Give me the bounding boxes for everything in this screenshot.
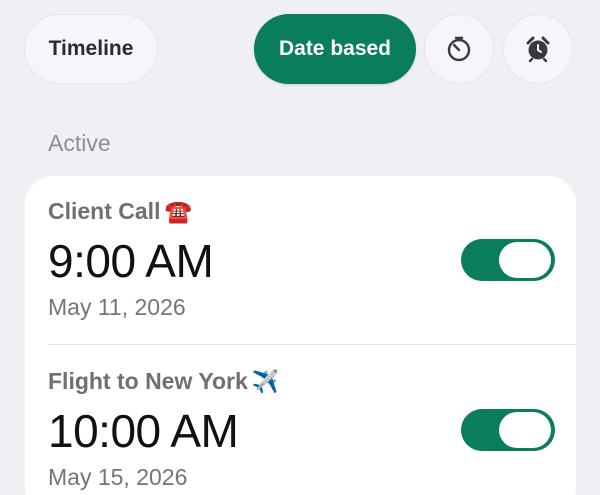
- alarm-title-text: Client Call: [48, 198, 161, 224]
- alarm-title: Flight to New York ✈️: [48, 368, 279, 395]
- tab-timeline-label: Timeline: [48, 37, 134, 60]
- telephone-emoji-icon: ☎️: [164, 199, 192, 224]
- section-label-active: Active: [48, 130, 111, 156]
- toggle-knob: [499, 412, 551, 448]
- divider: [48, 344, 576, 345]
- timer-icon: [447, 36, 471, 62]
- alarm-list-card: Client Call ☎️ 9:00 AM May 11, 2026 Fligh…: [25, 176, 576, 495]
- toggle-knob: [499, 242, 551, 278]
- alarm-button[interactable]: [503, 14, 573, 84]
- alarm-time: 9:00 AM: [48, 235, 214, 287]
- alarm-toggle[interactable]: [461, 409, 555, 451]
- airplane-emoji-icon: ✈️: [251, 369, 280, 394]
- alarm-date: May 11, 2026: [48, 294, 186, 320]
- timer-button[interactable]: [424, 14, 494, 84]
- tab-date-based-label: Date based: [278, 37, 392, 60]
- alarm-toggle[interactable]: [461, 239, 555, 281]
- alarm-title-text: Flight to New York: [48, 368, 248, 394]
- tab-timeline[interactable]: Timeline: [24, 14, 158, 84]
- alarm-date: May 15, 2026: [48, 464, 188, 490]
- alarm-title: Client Call ☎️: [48, 198, 192, 225]
- tab-date-based[interactable]: Date based: [254, 14, 416, 84]
- alarm-time: 10:00 AM: [48, 405, 239, 457]
- alarm-clock-icon: [526, 36, 550, 63]
- app-screen: Timeline Date based Active Client Call ☎️: [0, 0, 600, 495]
